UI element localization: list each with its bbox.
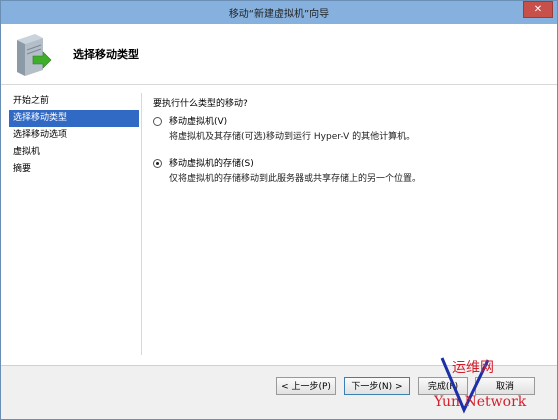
watermark-english: Yun Network [433, 394, 527, 410]
close-button[interactable]: ✕ [523, 1, 553, 18]
close-icon: ✕ [533, 4, 543, 15]
radio-move-vm[interactable] [153, 117, 162, 126]
nav-item-choose-move-type[interactable]: 选择移动类型 [9, 110, 139, 127]
option-move-vm-desc: 将虚拟机及其存储(可选)移动到运行 Hyper-V 的其他计算机。 [169, 132, 416, 142]
wizard-header: 选择移动类型 [1, 24, 557, 85]
move-type-question: 要执行什么类型的移动? [153, 99, 248, 109]
nav-item-summary[interactable]: 摘要 [9, 161, 139, 178]
previous-button[interactable]: < 上一步(P) [276, 377, 336, 395]
next-button[interactable]: 下一步(N) > [344, 377, 410, 395]
server-icon [17, 34, 52, 76]
option-move-storage[interactable]: 移动虚拟机的存储(S) [153, 157, 543, 172]
title-bar[interactable]: 移动“新建虚拟机”向导 ✕ [1, 1, 557, 24]
wizard-steps-nav: 开始之前 选择移动类型 选择移动选项 虚拟机 摘要 [9, 93, 139, 178]
move-type-panel: 要执行什么类型的移动? 移动虚拟机(V) 将虚拟机及其存储(可选)移动到运行 H… [153, 95, 543, 187]
option-move-storage-desc: 仅将虚拟机的存储移动到此服务器或共享存储上的另一个位置。 [169, 174, 422, 184]
nav-item-before-you-begin[interactable]: 开始之前 [9, 93, 139, 110]
option-move-vm[interactable]: 移动虚拟机(V) [153, 115, 543, 130]
option-move-vm-label[interactable]: 移动虚拟机(V) [169, 117, 227, 127]
wizard-content: 开始之前 选择移动类型 选择移动选项 虚拟机 摘要 要执行什么类型的移动? 移动… [1, 85, 557, 365]
watermark-chinese: 运维网 [452, 360, 494, 376]
nav-divider [141, 93, 142, 355]
nav-item-choose-move-options[interactable]: 选择移动选项 [9, 127, 139, 144]
nav-item-virtual-machine[interactable]: 虚拟机 [9, 144, 139, 161]
option-move-storage-label[interactable]: 移动虚拟机的存储(S) [169, 159, 254, 169]
window-title: 移动“新建虚拟机”向导 [228, 9, 330, 20]
page-title: 选择移动类型 [73, 48, 139, 61]
radio-move-storage[interactable] [153, 159, 162, 168]
yun-network-watermark: 运维网 Yun Network [433, 357, 527, 414]
